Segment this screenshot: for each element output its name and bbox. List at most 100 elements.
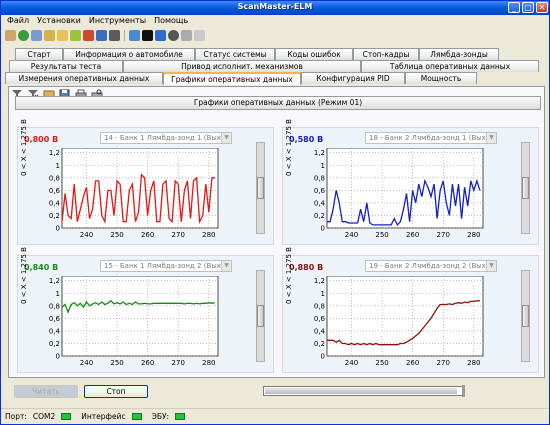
- close-button[interactable]: ✕: [536, 2, 548, 13]
- chevron-down-icon[interactable]: ▼: [486, 133, 496, 143]
- x-tick-label: 240: [345, 231, 358, 239]
- y-tick-label: 0,4: [49, 327, 61, 335]
- y-tick-label: 0,4: [49, 199, 61, 207]
- title-bar: ScanMaster-ELM _ □ ✕: [1, 1, 549, 15]
- y-scroll-slider[interactable]: [521, 270, 530, 362]
- tab-pid-config[interactable]: Конфигурация PID: [301, 72, 405, 84]
- y-tick-label: 0,8: [314, 302, 325, 310]
- y-tick-label: 1: [321, 290, 325, 298]
- progress-end: [462, 385, 465, 397]
- chevron-down-icon[interactable]: ▼: [221, 261, 231, 271]
- chart-3: 0,840 В 15 - Банк 1 Лямбда-зонд 2 (Выход…: [17, 247, 274, 373]
- sensor-select[interactable]: 14 - Банк 1 Лямбда-зонд 1 (Выходное напр…: [100, 132, 232, 144]
- chevron-down-icon[interactable]: ▼: [221, 133, 231, 143]
- data-icon[interactable]: [155, 29, 166, 41]
- sensor-select-value: 18 - Банк 2 Лямбда-зонд 1 (Выходное напр…: [369, 134, 496, 142]
- freeze-frame-icon[interactable]: [70, 29, 81, 41]
- y-tick-label: 0,6: [49, 315, 61, 323]
- x-tick-label: 270: [172, 231, 185, 239]
- slider-thumb[interactable]: [522, 177, 529, 199]
- tab-oxygen-sensors[interactable]: Лямбда-зонды: [419, 48, 499, 60]
- slider-thumb[interactable]: [522, 305, 529, 327]
- help-icon[interactable]: [194, 29, 205, 41]
- menu-help[interactable]: Помощь: [154, 15, 188, 26]
- chart-value: 0,800 В: [24, 135, 59, 144]
- port-label: Порт:: [5, 412, 27, 421]
- sensor-select[interactable]: 19 - Банк 2 Лямбда-зонд 2 (Выходное напр…: [365, 260, 497, 272]
- window-title: ScanMaster-ELM: [237, 2, 313, 11]
- trouble-codes-icon[interactable]: [57, 29, 68, 41]
- read-button[interactable]: Читать: [14, 385, 78, 398]
- x-tick-label: 250: [110, 231, 123, 239]
- plot-svg: 1,2 1 0,8 0,6 0,4 0,2 0 240 250 260 270 280: [314, 276, 484, 367]
- tab-live-data-table[interactable]: Таблица оперативных данных: [361, 60, 539, 72]
- tab-test-results[interactable]: Результаты теста: [9, 60, 123, 72]
- plot-area: 1,2 1 0,8 0,6 0,4 0,2 0 240 250 260 270 280: [314, 148, 484, 239]
- monitor-icon[interactable]: [109, 29, 120, 41]
- tab-freeze-frames[interactable]: Стоп-кадры: [353, 48, 419, 60]
- chart-value: 0,580 В: [289, 135, 324, 144]
- x-tick-label: 260: [141, 359, 154, 367]
- tab-start[interactable]: Старт: [15, 48, 63, 60]
- stop-button[interactable]: Стоп: [84, 385, 148, 398]
- y-tick-label: 1: [56, 290, 60, 298]
- x-tick-label: 280: [467, 231, 480, 239]
- car-icon[interactable]: [31, 29, 42, 41]
- menu-settings[interactable]: Установки: [37, 15, 81, 26]
- tab-live-data-graph[interactable]: Графики оперативных данных: [163, 72, 301, 85]
- tab-system-status[interactable]: Статус системы: [195, 48, 275, 60]
- y-tick-label: 1,2: [49, 277, 60, 285]
- x-tick-label: 250: [110, 359, 123, 367]
- menu-tools[interactable]: Инструменты: [89, 15, 146, 26]
- y-tick-label: 0,6: [49, 187, 61, 195]
- slider-thumb[interactable]: [257, 305, 264, 327]
- interface-status-led: [131, 413, 142, 420]
- record-icon[interactable]: [168, 29, 179, 41]
- tab-vehicle-info[interactable]: Информация о автомобиле: [63, 48, 195, 60]
- sensor-select[interactable]: 18 - Банк 2 Лямбда-зонд 1 (Выходное напр…: [365, 132, 497, 144]
- menu-file[interactable]: Файл: [7, 15, 29, 26]
- y-axis-label: 0 < X < 1,275 В: [285, 119, 293, 176]
- y-scroll-slider[interactable]: [521, 142, 530, 234]
- y-tick-label: 0,6: [314, 187, 326, 195]
- globe-icon[interactable]: [18, 29, 29, 41]
- y-axis-label: 0 < X < 1,275 В: [20, 119, 28, 176]
- system-status-icon[interactable]: [44, 29, 55, 41]
- screen-icon[interactable]: [142, 29, 153, 41]
- tab-row-2: Результаты теста Привод исполнит. механи…: [9, 60, 545, 72]
- plot-area: 1,2 1 0,8 0,6 0,4 0,2 0 240 250 260 270 280: [314, 276, 484, 367]
- y-tick-label: 1,2: [314, 149, 325, 157]
- x-tick-label: 240: [80, 231, 93, 239]
- minimize-button[interactable]: _: [508, 2, 520, 13]
- y-axis-label: 0 < X < 1,275 В: [20, 247, 28, 304]
- menu-bar: Файл Установки Инструменты Помощь: [3, 15, 188, 26]
- options-icon[interactable]: [181, 29, 192, 41]
- x-tick-label: 250: [375, 359, 388, 367]
- y-scroll-slider[interactable]: [256, 270, 265, 362]
- sensor-select[interactable]: 15 - Банк 1 Лямбда-зонд 2 (Выходное напр…: [100, 260, 232, 272]
- test-results-icon[interactable]: [96, 29, 107, 41]
- tab-strip: Старт Информация о автомобиле Статус сис…: [5, 48, 545, 85]
- panel-header: Графики оперативных данных (Режим 01): [15, 96, 541, 110]
- sensor-select-value: 15 - Банк 1 Лямбда-зонд 2 (Выходное напр…: [104, 262, 231, 270]
- slider-thumb[interactable]: [257, 177, 264, 199]
- tab-actuator-test[interactable]: Привод исполнит. механизмов: [123, 60, 361, 72]
- chat-icon[interactable]: [129, 29, 140, 41]
- status-bar: Порт: COM2 Интерфейс ЭБУ:: [1, 408, 549, 424]
- y-tick-label: 1: [321, 162, 325, 170]
- y-tick-label: 0: [321, 353, 325, 361]
- oxygen-sensor-icon[interactable]: [83, 29, 94, 41]
- tab-live-data-meter[interactable]: Измерения оперативных данных: [5, 72, 163, 84]
- interface-label: Интерфейс: [81, 412, 126, 421]
- x-tick-label: 270: [437, 231, 450, 239]
- progress-fill: [265, 388, 458, 394]
- tab-power[interactable]: Мощность: [405, 72, 477, 84]
- y-scroll-slider[interactable]: [256, 142, 265, 234]
- chevron-down-icon[interactable]: ▼: [486, 261, 496, 271]
- connect-icon[interactable]: [5, 29, 16, 41]
- maximize-button[interactable]: □: [522, 2, 534, 13]
- chart-value: 0,880 В: [289, 263, 324, 272]
- chart-value: 0,840 В: [24, 263, 59, 272]
- toolbar-separator: [124, 29, 125, 41]
- tab-trouble-codes[interactable]: Коды ошибок: [275, 48, 353, 60]
